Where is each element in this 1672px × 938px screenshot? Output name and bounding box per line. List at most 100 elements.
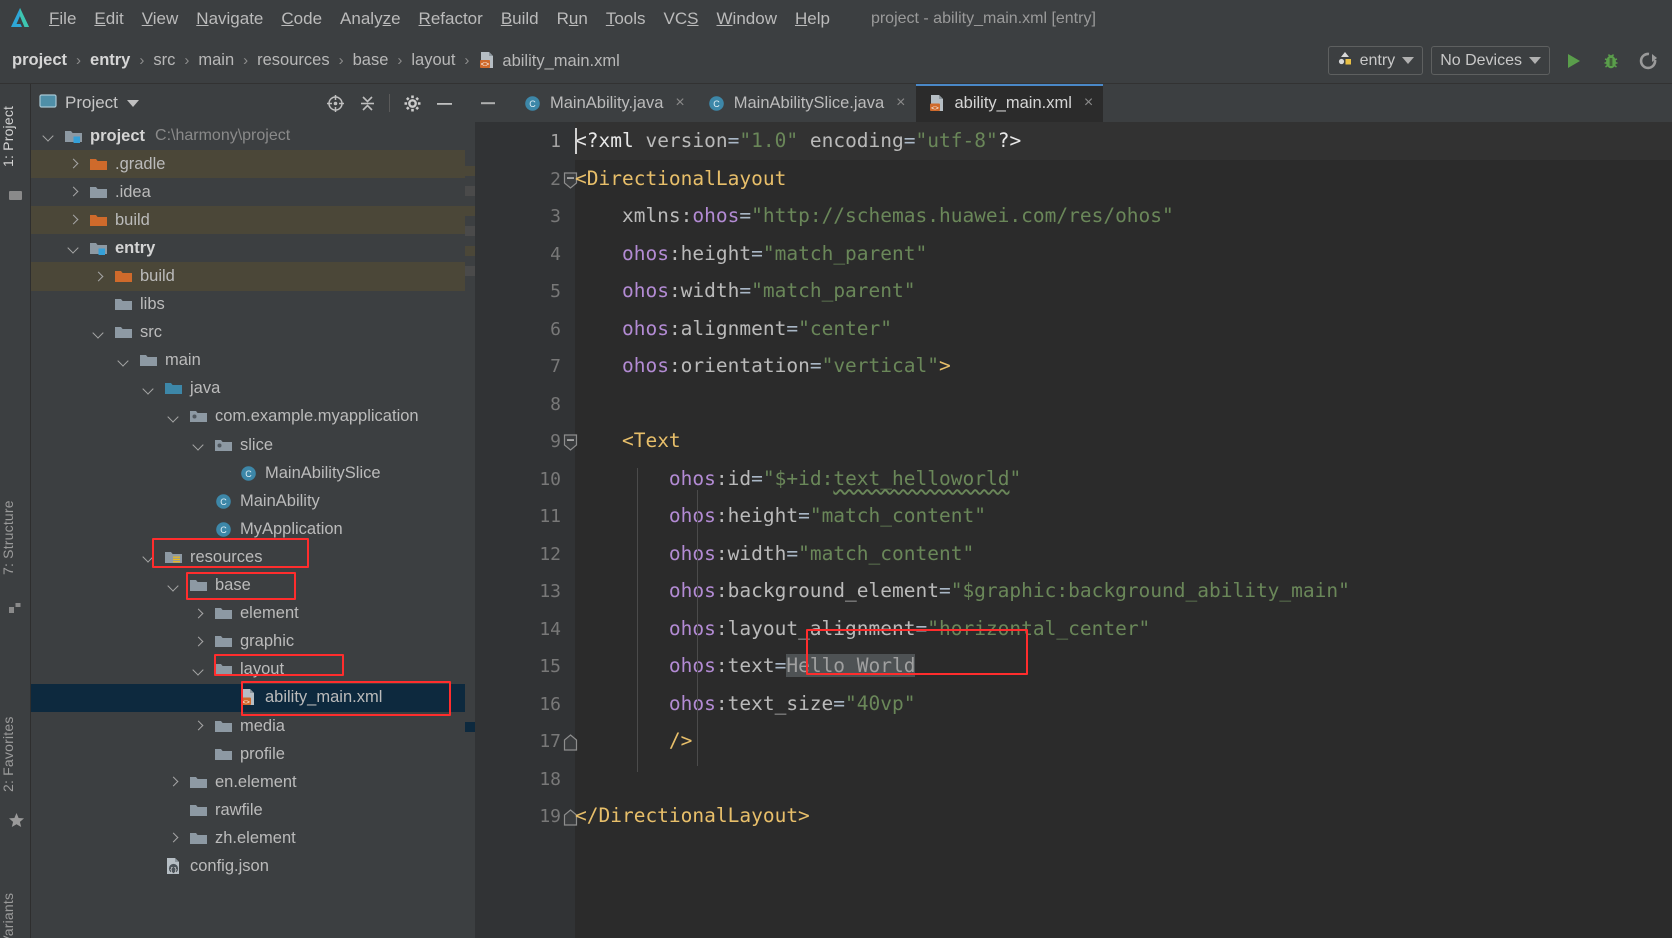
- chevron-down-icon[interactable]: [166, 409, 182, 425]
- breadcrumb-item-ability-main-xml[interactable]: <> ability_main.xml: [478, 51, 620, 71]
- tree-item-main[interactable]: main: [31, 347, 465, 375]
- close-icon[interactable]: ×: [1084, 94, 1093, 112]
- sidebar-tab-structure[interactable]: 7: Structure: [0, 482, 31, 594]
- tree-item-project[interactable]: project C:\harmony\project: [31, 122, 465, 150]
- chevron-right-icon[interactable]: [166, 830, 182, 846]
- menu-item-navigate[interactable]: Navigate: [187, 0, 272, 38]
- tree-item-mainability[interactable]: C MainAbility: [31, 487, 465, 515]
- code-line[interactable]: </DirectionalLayout>: [575, 797, 810, 835]
- menu-item-help[interactable]: Help: [786, 0, 839, 38]
- tree-item-build[interactable]: build: [31, 262, 465, 291]
- chevron-right-icon[interactable]: [66, 212, 82, 228]
- hide-panel-icon[interactable]: [429, 88, 459, 118]
- chevron-right-icon[interactable]: [191, 634, 207, 650]
- code-line[interactable]: ohos:background_element="$graphic:backgr…: [575, 572, 1350, 610]
- code-line[interactable]: />: [575, 722, 692, 760]
- chevron-down-icon[interactable]: [141, 549, 157, 565]
- code-line[interactable]: ohos:alignment="center": [575, 310, 892, 348]
- breadcrumb-item-src[interactable]: src: [153, 51, 175, 70]
- close-icon[interactable]: ×: [675, 94, 684, 112]
- breadcrumb-item-resources[interactable]: resources: [257, 51, 329, 70]
- chevron-down-icon[interactable]: [41, 128, 57, 144]
- collapse-all-icon[interactable]: [352, 88, 382, 118]
- close-icon[interactable]: ×: [896, 94, 905, 112]
- code-area[interactable]: 1 2 3 4 5 6 7 8 9 10 11 12 13 14 15 16 17 18 19 <?xml vers…: [465, 122, 1672, 938]
- scroll-from-source-icon[interactable]: [320, 88, 350, 118]
- code-line[interactable]: xmlns:ohos="http://schemas.huawei.com/re…: [575, 197, 1174, 235]
- project-tree[interactable]: project C:\harmony\project .gradle .idea bui…: [31, 122, 465, 938]
- tree-item-profile[interactable]: profile: [31, 740, 465, 768]
- code-line[interactable]: ohos:text_size="40vp": [575, 685, 916, 723]
- breadcrumb-item-entry[interactable]: entry: [90, 51, 130, 70]
- menu-item-tools[interactable]: Tools: [597, 0, 655, 38]
- tree-item-ability-main-xml[interactable]: <> ability_main.xml: [31, 683, 465, 712]
- chevron-down-icon[interactable]: [91, 325, 107, 341]
- sidebar-tab-project[interactable]: 1: Project: [0, 90, 31, 182]
- tree-item-en-element[interactable]: en.element: [31, 768, 465, 796]
- chevron-right-icon[interactable]: [91, 269, 107, 285]
- menu-item-vcs[interactable]: VCS: [655, 0, 708, 38]
- code-line[interactable]: ohos:height="match_parent": [575, 235, 927, 273]
- rerun-button[interactable]: [1634, 46, 1664, 76]
- code-line[interactable]: ohos:orientation="vertical">: [575, 347, 951, 385]
- chevron-down-icon[interactable]: [126, 99, 139, 107]
- tree-item-resources[interactable]: resources: [31, 543, 465, 571]
- chevron-right-icon[interactable]: [191, 718, 207, 734]
- menu-item-code[interactable]: Code: [272, 0, 331, 38]
- code-line[interactable]: ohos:width="match_content": [575, 535, 974, 573]
- chevron-down-icon[interactable]: [191, 662, 207, 678]
- tree-item-build[interactable]: build: [31, 206, 465, 235]
- hide-editor-icon[interactable]: [465, 84, 511, 122]
- chevron-down-icon[interactable]: [116, 353, 132, 369]
- code-text[interactable]: <?xml version="1.0" encoding="utf-8"?> <D…: [575, 122, 1672, 938]
- editor-tab-mainabilityslice-java[interactable]: C MainAbilitySlice.java ×: [695, 84, 916, 122]
- tree-item-layout[interactable]: layout: [31, 656, 465, 684]
- menu-item-window[interactable]: Window: [708, 0, 786, 38]
- code-line[interactable]: ohos:layout_alignment="horizontal_center…: [575, 610, 1150, 648]
- code-line[interactable]: ohos:id="$+id:text_helloworld": [575, 460, 1021, 498]
- chevron-down-icon[interactable]: [191, 437, 207, 453]
- tree-item-java[interactable]: java: [31, 375, 465, 403]
- menu-item-view[interactable]: View: [133, 0, 188, 38]
- chevron-down-icon[interactable]: [66, 240, 82, 256]
- tree-item--idea[interactable]: .idea: [31, 178, 465, 206]
- menu-item-refactor[interactable]: Refactor: [410, 0, 492, 38]
- code-line[interactable]: <Text: [575, 422, 681, 460]
- code-line[interactable]: <?xml version="1.0" encoding="utf-8"?>: [575, 122, 1672, 160]
- menu-item-run[interactable]: Run: [548, 0, 597, 38]
- breadcrumb-item-main[interactable]: main: [198, 51, 234, 70]
- breadcrumb-item-base[interactable]: base: [353, 51, 389, 70]
- tree-item-config-json[interactable]: {} config.json: [31, 852, 465, 880]
- breadcrumb-item-layout[interactable]: layout: [411, 51, 455, 70]
- menu-item-build[interactable]: Build: [492, 0, 548, 38]
- menu-item-file[interactable]: File: [40, 0, 85, 38]
- chevron-right-icon[interactable]: [166, 774, 182, 790]
- breadcrumb-item-project[interactable]: project: [12, 51, 67, 70]
- debug-button[interactable]: [1596, 46, 1626, 76]
- chevron-right-icon[interactable]: [191, 606, 207, 622]
- chevron-down-icon[interactable]: [141, 381, 157, 397]
- tree-item-com-example-myapplication[interactable]: com.example.myapplication: [31, 403, 465, 431]
- tree-item-zh-element[interactable]: zh.element: [31, 824, 465, 852]
- tree-item--gradle[interactable]: .gradle: [31, 150, 465, 179]
- editor-tab-ability-main-xml[interactable]: <> ability_main.xml ×: [915, 84, 1104, 122]
- run-button[interactable]: [1558, 46, 1588, 76]
- tree-item-element[interactable]: element: [31, 600, 465, 628]
- tree-item-mainabilityslice[interactable]: C MainAbilitySlice: [31, 459, 465, 487]
- code-line[interactable]: ohos:text=Hello World: [575, 647, 916, 685]
- code-line[interactable]: ohos:width="match_parent": [575, 272, 916, 310]
- menu-item-analyze[interactable]: Analyze: [331, 0, 410, 38]
- gear-icon[interactable]: [397, 88, 427, 118]
- tree-item-slice[interactable]: slice: [31, 431, 465, 459]
- tree-item-libs[interactable]: libs: [31, 291, 465, 319]
- editor-tab-mainability-java[interactable]: C MainAbility.java ×: [511, 84, 695, 122]
- chevron-right-icon[interactable]: [66, 156, 82, 172]
- tree-item-entry[interactable]: entry: [31, 234, 465, 262]
- chevron-right-icon[interactable]: [66, 184, 82, 200]
- menu-item-edit[interactable]: Edit: [85, 0, 132, 38]
- sidebar-tab-favorites[interactable]: 2: Favorites: [0, 699, 31, 809]
- device-selector[interactable]: No Devices: [1431, 46, 1550, 75]
- marker-strip[interactable]: [465, 122, 475, 938]
- tree-item-graphic[interactable]: graphic: [31, 628, 465, 656]
- sidebar-tab-build-variants[interactable]: Build Variants: [0, 862, 31, 938]
